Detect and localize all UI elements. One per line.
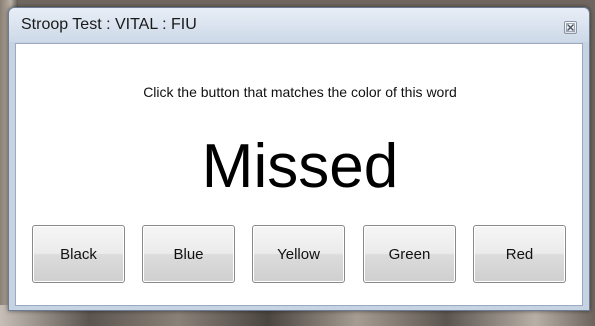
yellow-button[interactable]: Yellow <box>252 225 345 283</box>
blue-button[interactable]: Blue <box>142 225 235 283</box>
title-bar[interactable]: Stroop Test : VITAL : FIU <box>9 8 589 42</box>
instruction-text: Click the button that matches the color … <box>143 84 457 100</box>
close-icon <box>566 23 575 32</box>
window-title: Stroop Test : VITAL : FIU <box>21 16 197 33</box>
close-button[interactable] <box>564 21 577 34</box>
black-button[interactable]: Black <box>32 225 125 283</box>
stimulus-word: Missed <box>201 132 399 201</box>
color-button-row: Black Blue Yellow Green Red <box>32 225 592 285</box>
green-button[interactable]: Green <box>363 225 456 283</box>
red-button[interactable]: Red <box>473 225 566 283</box>
